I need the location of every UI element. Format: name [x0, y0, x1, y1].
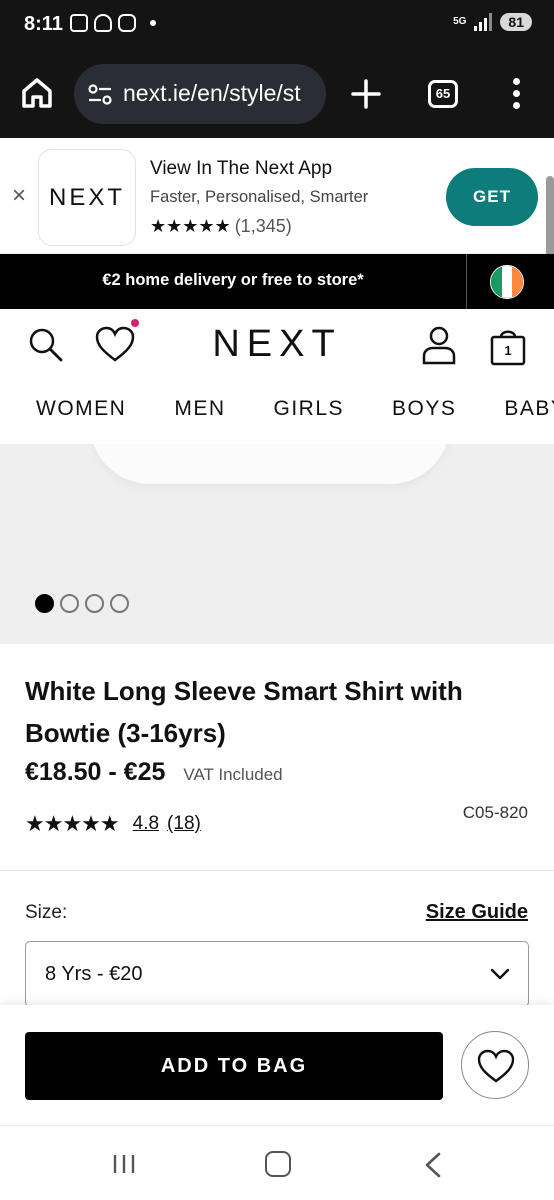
carousel-dot[interactable] [110, 594, 129, 613]
app-rating-count: (1,345) [234, 216, 292, 236]
system-navigation-bar [0, 1125, 554, 1200]
divider [0, 870, 554, 871]
category-nav: WOMEN MEN GIRLS BOYS BABY [36, 397, 554, 421]
shopping-bag-icon[interactable]: 1 [488, 325, 528, 367]
app-banner-subtitle: Faster, Personalised, Smarter [150, 188, 369, 206]
status-bar: 8:11 5G 81 [0, 0, 554, 50]
site-header: NEXT 1 WOMEN MEN GIRLS BOYS BABY [0, 309, 554, 444]
home-nav-icon[interactable] [265, 1151, 291, 1177]
url-text: next.ie/en/style/st [123, 80, 301, 106]
app-install-banner: × NEXT View In The Next App Faster, Pers… [0, 138, 554, 254]
browser-toolbar: next.ie/en/style/st 65 [0, 50, 554, 138]
browser-menu-icon[interactable] [510, 78, 522, 110]
signal-icon [474, 13, 493, 31]
sticky-action-bar: ADD TO BAG [0, 1005, 554, 1125]
vat-note: VAT Included [183, 765, 283, 784]
recent-apps-icon[interactable] [112, 1153, 136, 1175]
product-code: C05-820 [462, 803, 528, 822]
notification-icons [70, 14, 156, 32]
size-selected-value: 8 Yrs - €20 [45, 963, 143, 985]
snapchat-icon [94, 14, 112, 32]
size-guide-link[interactable]: Size Guide [426, 901, 528, 924]
ireland-flag-icon[interactable] [490, 265, 524, 299]
status-time: 8:11 [24, 13, 63, 35]
product-image[interactable] [0, 444, 554, 644]
app-rating: ★★★★★ (1,345) [150, 216, 292, 237]
rating-stars: ★★★★★ [25, 811, 120, 836]
product-rating: ★★★★★ 4.8 (18) [25, 811, 201, 837]
address-bar[interactable]: next.ie/en/style/st [74, 64, 326, 124]
image-carousel-dots[interactable] [35, 594, 129, 613]
app-banner-title: View In The Next App [150, 158, 333, 179]
battery-icon: 81 [500, 13, 532, 31]
next-logo[interactable]: NEXT [0, 323, 554, 366]
add-to-favourites-button[interactable] [461, 1031, 529, 1099]
tab-switcher-button[interactable]: 65 [428, 80, 458, 108]
product-price: €18.50 - €25 [25, 758, 166, 786]
app-rating-stars: ★★★★★ [150, 216, 231, 236]
shirt-image-fragment [90, 444, 450, 484]
account-icon[interactable] [421, 325, 457, 365]
carousel-dot[interactable] [60, 594, 79, 613]
system-status: 5G 81 [453, 13, 532, 31]
new-tab-icon[interactable] [350, 78, 382, 110]
back-icon[interactable] [423, 1152, 443, 1178]
site-settings-icon[interactable] [88, 84, 112, 106]
close-icon[interactable]: × [10, 182, 28, 210]
delivery-text: €2 home delivery or free to store* [102, 271, 364, 289]
nav-boys[interactable]: BOYS [392, 397, 456, 421]
nav-girls[interactable]: GIRLS [274, 397, 345, 421]
get-app-button[interactable]: GET [446, 168, 538, 226]
delivery-divider [466, 254, 467, 309]
size-select[interactable]: 8 Yrs - €20 [25, 941, 529, 1007]
more-notifications-icon [150, 20, 156, 26]
carousel-dot[interactable] [35, 594, 54, 613]
network-type: 5G [453, 16, 467, 27]
delivery-banner[interactable]: €2 home delivery or free to store* [0, 254, 554, 309]
size-label: Size: [25, 902, 68, 923]
review-count-link[interactable]: (18) [167, 813, 201, 835]
screenshot-icon [70, 14, 88, 32]
instagram-icon [118, 14, 136, 32]
carousel-dot[interactable] [85, 594, 104, 613]
product-title: White Long Sleeve Smart Shirt with Bowti… [25, 676, 463, 748]
chevron-down-icon [490, 968, 510, 980]
nav-women[interactable]: WOMEN [36, 397, 126, 421]
app-logo: NEXT [38, 149, 136, 246]
nav-men[interactable]: MEN [174, 397, 225, 421]
nav-baby[interactable]: BABY [504, 397, 554, 421]
rating-value-link[interactable]: 4.8 [133, 813, 159, 835]
price-row: €18.50 - €25 VAT Included [25, 758, 283, 787]
add-to-bag-button[interactable]: ADD TO BAG [25, 1032, 443, 1100]
heart-icon [477, 1049, 515, 1083]
home-icon[interactable] [20, 76, 54, 110]
bag-count: 1 [504, 343, 512, 358]
